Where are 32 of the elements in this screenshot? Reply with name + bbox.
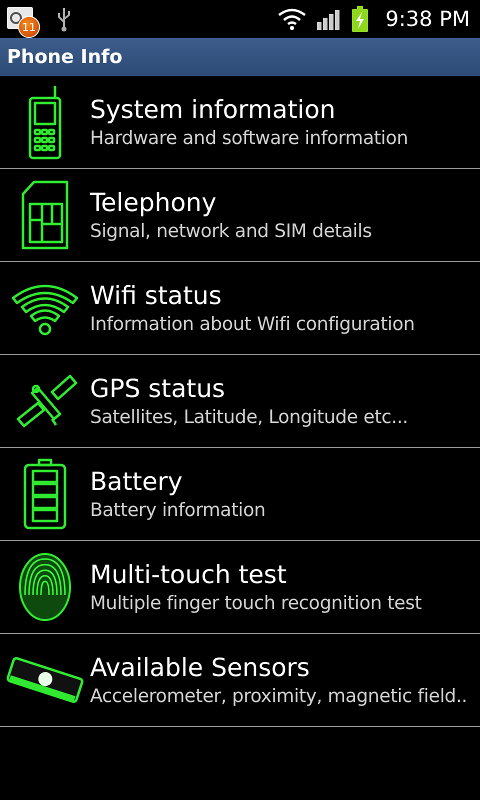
item-subtitle: Information about Wifi configuration xyxy=(90,314,415,335)
item-title: Wifi status xyxy=(90,281,223,310)
menu-item[interactable]: GPS status Satellites, Latitude, Longitude etc... xyxy=(0,355,480,448)
sim-card-icon xyxy=(20,180,70,250)
menu-item[interactable]: System information Hardware and software information xyxy=(0,76,480,169)
item-subtitle: Accelerometer, proximity, magnetic field.. xyxy=(90,686,468,707)
item-subtitle: Multiple finger touch recognition test xyxy=(90,593,422,614)
item-title: Available Sensors xyxy=(90,653,311,682)
item-title: Telephony xyxy=(90,188,218,217)
menu-item[interactable]: Available Sensors Accelerometer, proximity, magnetic field.. xyxy=(0,634,480,727)
menu-item[interactable]: Battery Battery information xyxy=(0,448,480,541)
wifi-signal-icon xyxy=(277,7,308,31)
fingerprint-icon xyxy=(17,551,73,623)
item-title: Multi-touch test xyxy=(90,560,288,589)
phone-icon xyxy=(27,84,63,160)
menu-item[interactable]: Multi-touch test Multiple finger touch recognition test xyxy=(0,541,480,634)
clock-time: 9:38 PM xyxy=(385,7,470,31)
item-subtitle: Battery information xyxy=(90,500,266,521)
cell-signal-icon xyxy=(317,8,342,30)
battery-charging-icon xyxy=(351,6,370,32)
notification-count: 11 xyxy=(18,16,40,38)
app-title: Phone Info xyxy=(7,46,122,68)
menu-item[interactable]: Wifi status Information about Wifi configuration xyxy=(0,262,480,355)
item-subtitle: Signal, network and SIM details xyxy=(90,221,372,242)
menu-item[interactable]: Telephony Signal, network and SIM details xyxy=(0,169,480,262)
item-title: GPS status xyxy=(90,374,226,403)
item-title: Battery xyxy=(90,467,184,496)
battery-icon xyxy=(22,458,68,530)
item-subtitle: Hardware and software information xyxy=(90,128,408,149)
usb-icon xyxy=(56,6,72,32)
item-title: System information xyxy=(90,95,336,124)
item-subtitle: Satellites, Latitude, Longitude etc... xyxy=(90,407,408,428)
